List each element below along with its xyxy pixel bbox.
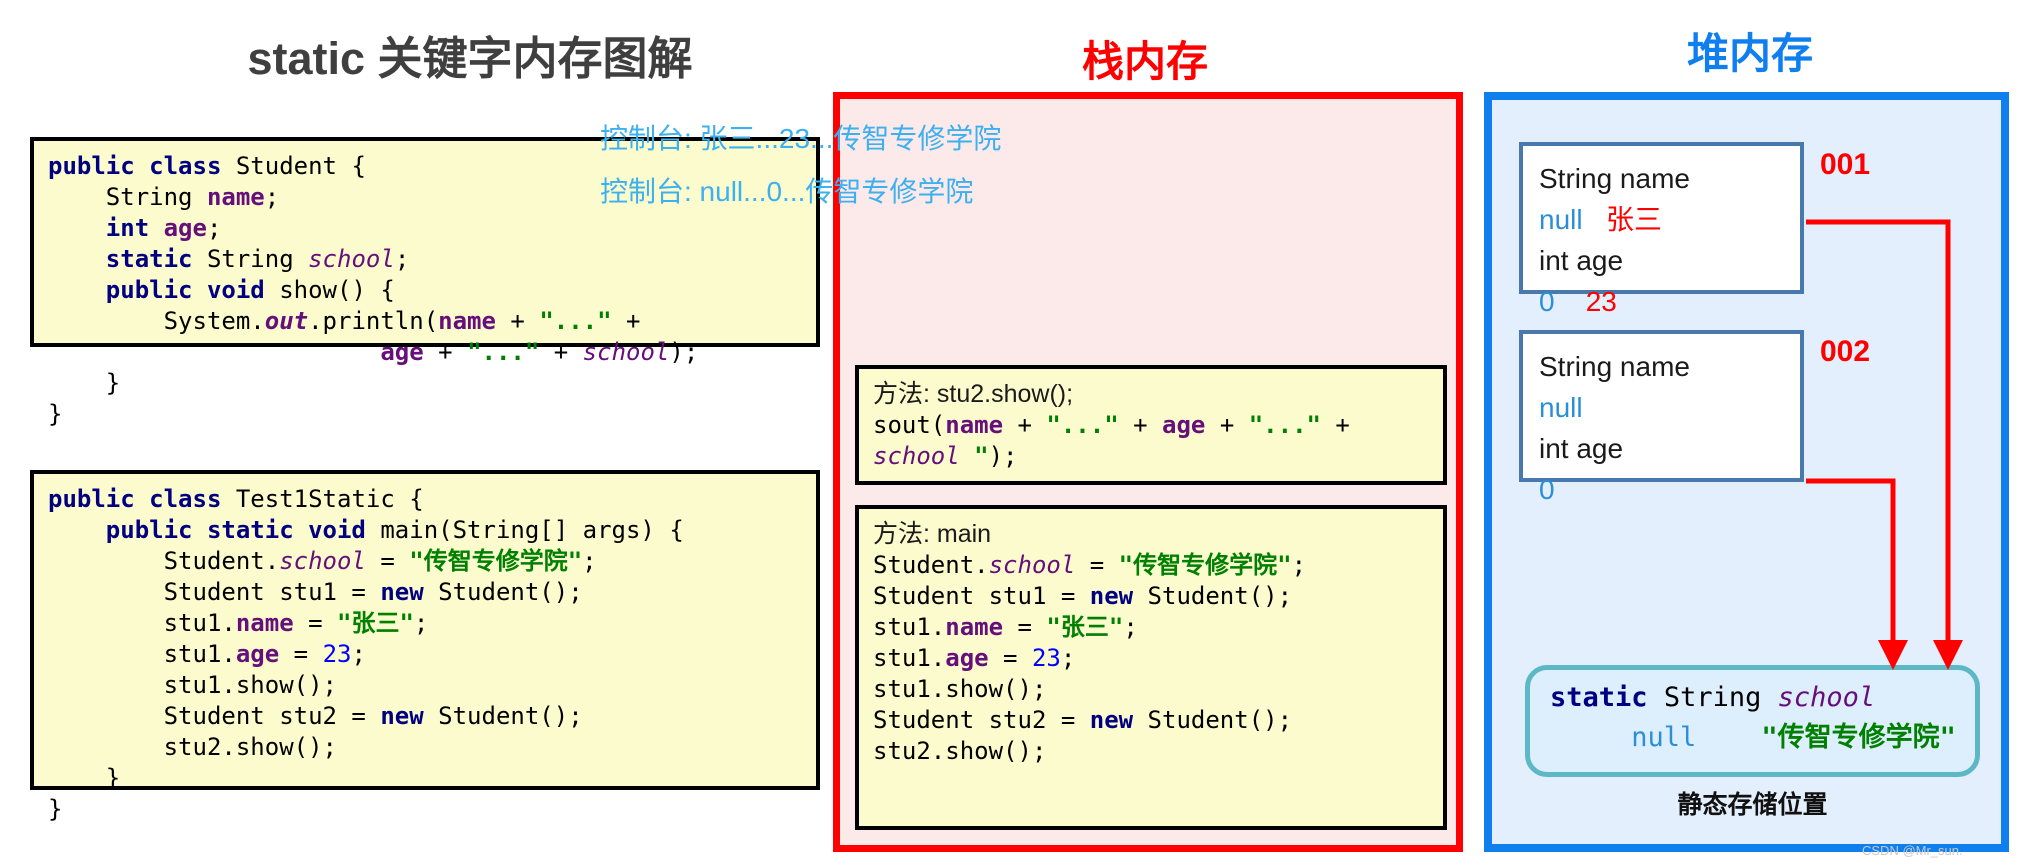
static-field-name: school — [1777, 682, 1876, 713]
console-output-line-2: 控制台: null...0...传智专修学院 — [600, 176, 974, 207]
object2-name-decl: String name — [1539, 351, 1690, 382]
heap-object-001-address: 001 — [1820, 148, 1871, 181]
static-storage-caption: 静态存储位置 — [1677, 791, 1828, 819]
heap-section-title: 堆内存 — [1686, 30, 1813, 77]
static-assigned-value: "传智专修学院" — [1761, 722, 1956, 753]
heap-object-002: String name null int age 0 — [1519, 330, 1804, 505]
object2-age-decl: int age — [1539, 433, 1624, 464]
object1-name-decl: String name — [1539, 163, 1690, 194]
code-block-student-class: public class Student { String name; int … — [30, 137, 820, 428]
static-keyword: static — [1550, 682, 1648, 713]
page-title: static 关键字内存图解 — [247, 33, 693, 84]
static-default-value: null — [1631, 722, 1697, 753]
watermark: CSDN @Mr_sun. — [1862, 843, 1963, 858]
object2-age-default: 0 — [1539, 474, 1555, 505]
code-block-test1static-class: public class Test1Static { public static… — [30, 470, 820, 823]
object1-name-default: null — [1539, 204, 1583, 235]
static-type: String — [1663, 682, 1762, 713]
stack-frame-stu2-show: 方法: stu2.show(); sout(name + "..." + age… — [855, 365, 1447, 485]
heap-object-002-address: 002 — [1820, 335, 1871, 368]
console-output-line-1: 控制台: 张三...23...传智专修学院 — [600, 123, 1002, 154]
object1-age-decl: int age — [1539, 245, 1624, 276]
stack-frame-main: 方法: main Student.school = "传智专修学院"; Stud… — [855, 505, 1447, 830]
stack-section-title: 栈内存 — [1081, 38, 1208, 85]
object1-name-value: 张三 — [1605, 204, 1662, 235]
object1-age-value: 23 — [1585, 286, 1617, 317]
object2-name-default: null — [1539, 392, 1583, 423]
heap-object-001: String name null 张三 int age 0 23 — [1519, 142, 1804, 317]
static-storage-box: static String school null "传智专修学院" — [1525, 665, 1980, 777]
object1-age-default: 0 — [1539, 286, 1555, 317]
